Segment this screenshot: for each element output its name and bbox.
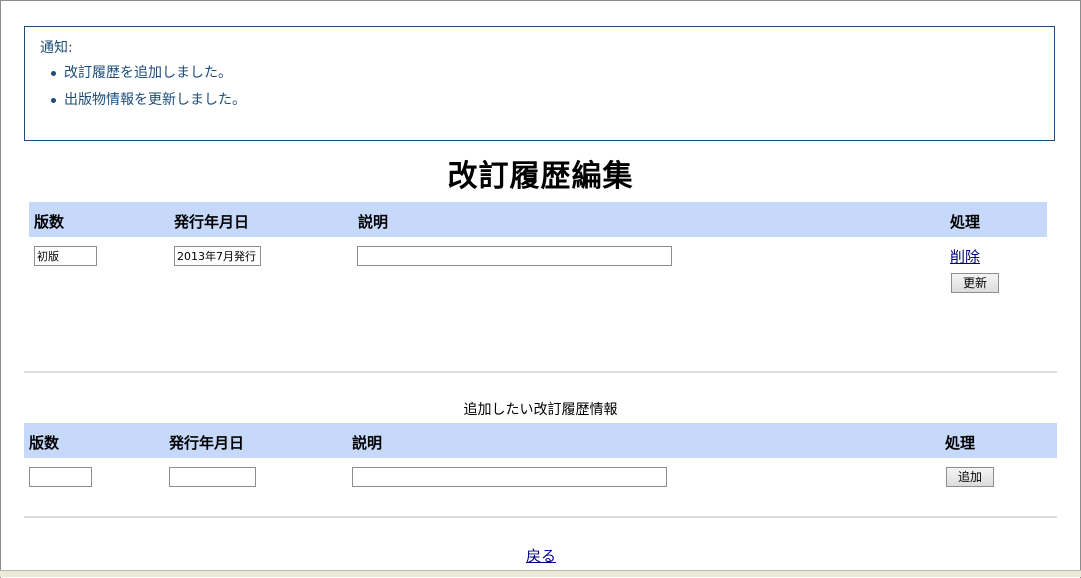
header-date: 発行年月日 — [174, 213, 250, 231]
page-title: 改訂履歴編集 — [447, 159, 634, 194]
header-action: 処理 — [950, 213, 981, 231]
notice-list: 改訂履歴を追加しました。 出版物情報を更新しました。 — [49, 53, 246, 108]
date-input[interactable] — [174, 246, 261, 266]
new-description-input[interactable] — [352, 467, 667, 487]
add-section-title: 追加したい改訂履歴情報 — [463, 402, 618, 418]
delete-link[interactable]: 削除 — [950, 246, 980, 267]
header-edition: 版数 — [29, 434, 60, 452]
edit-table-header: 版数 発行年月日 説明 処理 — [29, 202, 1047, 237]
window-border-left — [0, 1, 1, 578]
header-description: 説明 — [352, 434, 383, 452]
header-date: 発行年月日 — [169, 434, 245, 452]
divider — [24, 516, 1057, 518]
header-description: 説明 — [358, 213, 389, 231]
notice-item: 改訂履歴を追加しました。 — [49, 53, 246, 81]
back-link[interactable]: 戻る — [526, 545, 556, 566]
description-input[interactable] — [357, 246, 672, 266]
add-button[interactable]: 追加 — [946, 467, 994, 487]
notice-box: 通知: 改訂履歴を追加しました。 出版物情報を更新しました。 — [24, 26, 1055, 141]
update-button[interactable]: 更新 — [951, 273, 999, 293]
header-action: 処理 — [945, 434, 976, 452]
divider — [24, 371, 1057, 373]
new-edition-input[interactable] — [29, 467, 92, 487]
new-date-input[interactable] — [169, 467, 256, 487]
status-bar — [0, 570, 1081, 577]
edition-input[interactable] — [34, 246, 97, 266]
add-table-header: 版数 発行年月日 説明 処理 — [24, 423, 1057, 458]
notice-item: 出版物情報を更新しました。 — [49, 80, 246, 108]
header-edition: 版数 — [34, 213, 65, 231]
